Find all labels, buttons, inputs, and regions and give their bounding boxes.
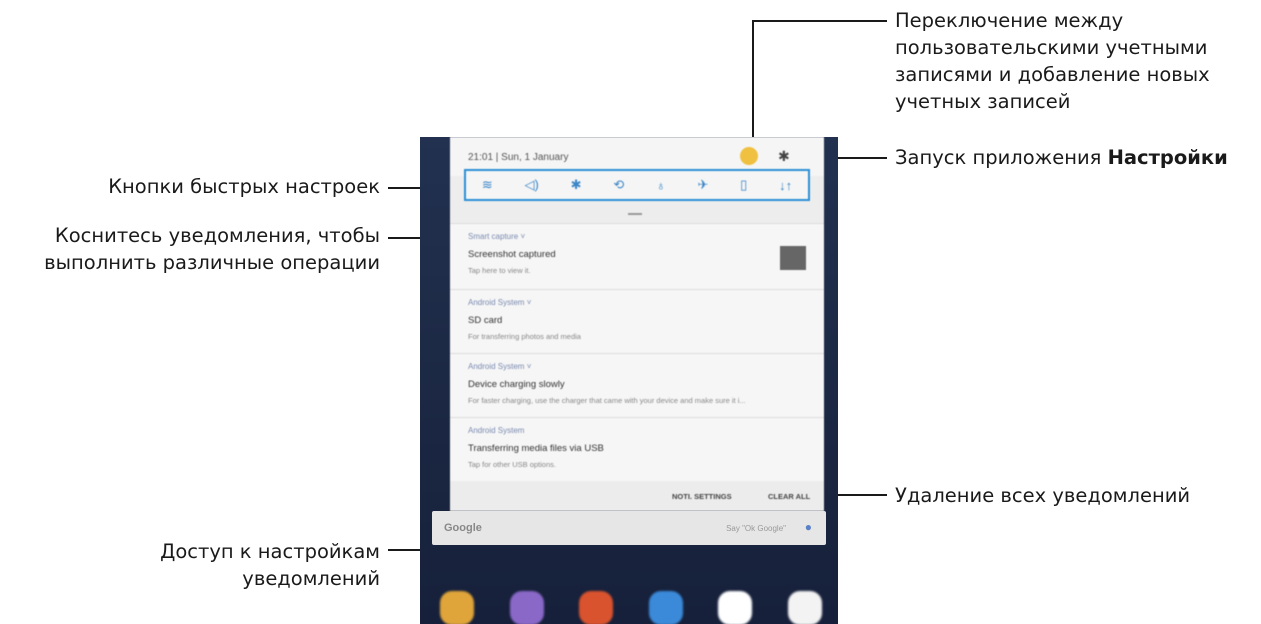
notification-app: Android System ˅ (468, 298, 532, 307)
settings-callout-bold: Настройки (1107, 146, 1228, 169)
app-icon-play-store[interactable] (718, 591, 753, 624)
quick-settings-text: Кнопки быстрых настроек (108, 175, 380, 198)
app-icon-apps-folder[interactable] (787, 591, 822, 624)
app-icon-navigation[interactable] (648, 591, 683, 624)
gear-icon[interactable]: ✱ (778, 148, 790, 165)
app-dock (436, 591, 826, 624)
app-icon-camera[interactable] (509, 591, 544, 624)
switch-accounts-callout: Переключение между пользовательскими уче… (895, 7, 1210, 115)
screenshot-thumbnail (780, 246, 806, 270)
user-account-icon[interactable] (740, 147, 758, 165)
notification-item[interactable]: Smart capture ˅ Screenshot captured Tap … (450, 223, 824, 289)
notification-app: Android System (468, 426, 525, 435)
flashlight-icon[interactable]: ♁ (656, 178, 666, 193)
device-screen: 21:01 | Sun, 1 January ✱ ≋ ◁) ✱ ⟲ ♁ ✈ ▯ … (420, 137, 838, 624)
notification-title: Device charging slowly (468, 379, 565, 390)
notif-settings-line-1: Доступ к настройкам (160, 540, 380, 563)
quick-settings-row: ≋ ◁) ✱ ⟲ ♁ ✈ ▯ ↓↑ (464, 169, 810, 201)
tap-notification-line-2: выполнить различные операции (44, 251, 380, 274)
bluetooth-icon[interactable]: ✱ (571, 177, 582, 193)
settings-callout-prefix: Запуск приложения (895, 146, 1108, 169)
switch-accounts-line-4: учетных записей (895, 90, 1071, 113)
auto-rotate-icon[interactable]: ⟲ (613, 177, 624, 193)
notification-body: For faster charging, use the charger tha… (468, 396, 746, 405)
wifi-icon[interactable]: ≋ (482, 177, 493, 193)
quick-settings-callout: Кнопки быстрых настроек (108, 173, 380, 200)
notification-app: Android System ˅ (468, 362, 532, 371)
notif-settings-button[interactable]: NOTI. SETTINGS (672, 492, 732, 501)
google-hint: Say "Ok Google" (726, 524, 786, 533)
clear-all-text: Удаление всех уведомлений (895, 484, 1191, 507)
switch-accounts-line-3: записями и добавление новых (895, 63, 1210, 86)
app-icon-galaxy-apps[interactable] (440, 591, 474, 624)
app-icon-notes[interactable] (579, 591, 614, 624)
google-logo: Google (444, 522, 482, 534)
leader-accounts-vertical (752, 20, 754, 148)
airplane-icon[interactable]: ✈ (698, 177, 709, 193)
notification-body: Tap here to view it. (468, 266, 531, 275)
settings-callout: Запуск приложения Настройки (895, 144, 1228, 171)
notification-item[interactable]: Android System ˅ SD card For transferrin… (450, 289, 824, 353)
notif-settings-line-2: уведомлений (242, 567, 380, 590)
battery-saver-icon[interactable]: ▯ (740, 177, 747, 193)
clear-all-button[interactable]: CLEAR ALL (768, 492, 810, 501)
notification-title: Transferring media files via USB (468, 443, 604, 454)
notification-item[interactable]: Android System ˅ Device charging slowly … (450, 353, 824, 417)
notification-title: SD card (468, 315, 503, 326)
switch-accounts-line-1: Переключение между (895, 9, 1124, 32)
mobile-data-icon[interactable]: ↓↑ (779, 178, 792, 193)
notification-title: Screenshot captured (468, 249, 556, 260)
notification-body: For transferring photos and media (468, 332, 581, 341)
panel-drag-handle[interactable] (628, 213, 642, 215)
notification-panel: 21:01 | Sun, 1 January ✱ ≋ ◁) ✱ ⟲ ♁ ✈ ▯ … (450, 137, 824, 511)
time-date: 21:01 | Sun, 1 January (468, 152, 569, 163)
tap-notification-line-1: Коснитесь уведомления, чтобы (54, 224, 380, 247)
microphone-icon[interactable]: ● (805, 520, 812, 534)
notif-settings-callout: Доступ к настройкам уведомлений (160, 538, 380, 592)
notification-body: Tap for other USB options. (468, 460, 556, 469)
volume-icon[interactable]: ◁) (525, 177, 539, 193)
panel-footer: NOTI. SETTINGS CLEAR ALL (450, 481, 824, 511)
notification-app: Smart capture ˅ (468, 232, 526, 241)
leader-accounts-horizontal (752, 20, 887, 22)
clear-all-callout: Удаление всех уведомлений (895, 482, 1190, 509)
tap-notification-callout: Коснитесь уведомления, чтобы выполнить р… (44, 222, 380, 276)
notification-item[interactable]: Android System Transferring media files … (450, 417, 824, 481)
switch-accounts-line-2: пользовательскими учетными (895, 36, 1208, 59)
google-search-bar[interactable]: Google Say "Ok Google" ● (432, 511, 826, 545)
